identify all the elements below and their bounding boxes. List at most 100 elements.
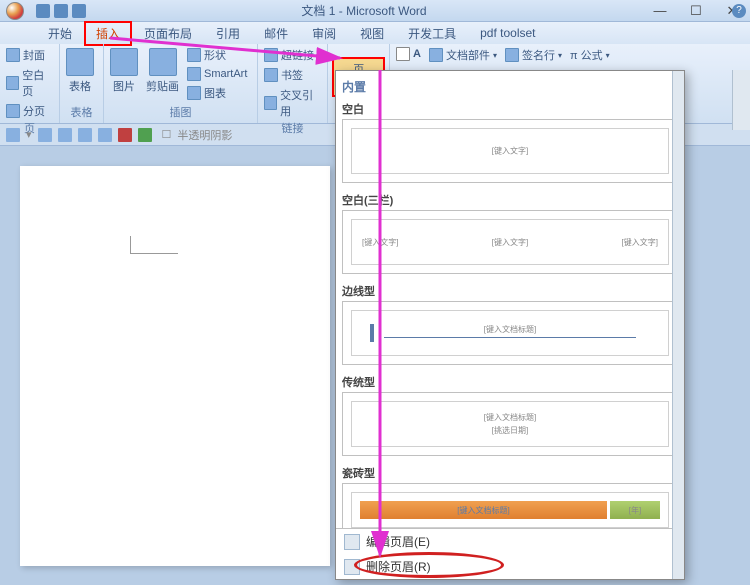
office-orb-icon <box>6 2 24 20</box>
smartart-button[interactable]: SmartArt <box>185 66 249 82</box>
sec-icon-2[interactable] <box>38 128 52 142</box>
equation-button[interactable]: π 公式▾ <box>568 46 612 64</box>
shapes-button[interactable]: 形状 <box>185 46 249 64</box>
tab-developer[interactable]: 开发工具 <box>396 21 468 46</box>
cover-page-label: 封面 <box>23 47 45 63</box>
blank-page-icon <box>6 76 19 90</box>
border-title: 边线型 <box>342 280 678 301</box>
picture-icon <box>110 48 138 76</box>
trad-line1: [键入文档标题] <box>484 412 536 423</box>
crossref-icon <box>264 96 277 110</box>
tab-layout[interactable]: 页面布局 <box>132 21 204 46</box>
textbox-button[interactable]: A <box>394 46 423 62</box>
page-break-icon <box>6 104 20 118</box>
signature-label: 签名行 <box>522 47 555 63</box>
signature-button[interactable]: 签名行▾ <box>503 46 564 64</box>
maximize-button[interactable]: ☐ <box>678 0 714 22</box>
blank-page-button[interactable]: 空白页 <box>4 66 55 100</box>
cover-page-icon <box>6 48 20 62</box>
quick-parts-icon <box>429 48 443 62</box>
shadow-label: 半透明阴影 <box>177 127 232 143</box>
bookmark-icon <box>264 68 278 82</box>
hyperlink-label: 超链接 <box>281 47 314 63</box>
sec-icon-5[interactable] <box>98 128 112 142</box>
picture-button[interactable]: 图片 <box>108 46 140 96</box>
right-scrollbar-gutter[interactable] <box>732 70 750 130</box>
blank3-title: 空白(三栏) <box>342 189 678 210</box>
clipart-icon <box>149 48 177 76</box>
blank3-right: [键入文字] <box>622 237 658 248</box>
smartart-icon <box>187 67 201 81</box>
shapes-label: 形状 <box>204 47 226 63</box>
table-icon <box>66 48 94 76</box>
chart-label: 图表 <box>204 85 226 101</box>
bookmark-button[interactable]: 书签 <box>262 66 323 84</box>
crossref-button[interactable]: 交叉引用 <box>262 86 323 120</box>
textbox-icon <box>396 47 410 61</box>
minimize-button[interactable]: — <box>642 0 678 22</box>
qat-save-icon[interactable] <box>36 4 50 18</box>
builtin-section-title: 内置 <box>342 75 678 98</box>
brick-header-option[interactable]: [键入文档标题] [年] <box>342 483 678 528</box>
qat-undo-icon[interactable] <box>54 4 68 18</box>
help-icon[interactable]: ? <box>732 4 746 18</box>
equation-label: π 公式 <box>570 47 603 63</box>
sec-icon-1[interactable] <box>6 128 20 142</box>
blank-placeholder: [键入文字] <box>492 146 528 157</box>
window-title: 文档 1 - Microsoft Word <box>86 2 642 19</box>
sec-icon-4[interactable] <box>78 128 92 142</box>
cover-page-button[interactable]: 封面 <box>4 46 55 64</box>
signature-icon <box>505 48 519 62</box>
panel-scrollbar[interactable] <box>672 71 684 579</box>
trad-line2: [挑选日期] <box>492 425 528 436</box>
clipart-button[interactable]: 剪贴画 <box>144 46 181 96</box>
chart-button[interactable]: 图表 <box>185 84 249 102</box>
bookmark-label: 书签 <box>281 67 303 83</box>
crossref-label: 交叉引用 <box>280 87 321 119</box>
trad-header-option[interactable]: [键入文档标题] [挑选日期] <box>342 392 678 456</box>
page-break-label: 分页 <box>23 103 45 119</box>
remove-header-icon <box>344 559 360 575</box>
blank3-left: [键入文字] <box>362 237 398 248</box>
blank-title: 空白 <box>342 98 678 119</box>
edit-header-icon <box>344 534 360 550</box>
tab-references[interactable]: 引用 <box>204 21 252 46</box>
remove-header-label: 删除页眉(R) <box>366 558 431 575</box>
tab-pdf-toolset[interactable]: pdf toolset <box>468 22 547 44</box>
header-region-marker <box>130 236 178 254</box>
page-break-button[interactable]: 分页 <box>4 102 55 120</box>
picture-label: 图片 <box>113 78 135 94</box>
tab-home[interactable]: 开始 <box>36 21 84 46</box>
qat-redo-icon[interactable] <box>72 4 86 18</box>
table-label: 表格 <box>69 78 91 94</box>
sec-red-icon[interactable] <box>118 128 132 142</box>
blank-header-option[interactable]: [键入文字] <box>342 119 678 183</box>
tables-group-label: 表格 <box>64 104 99 121</box>
border-header-option[interactable]: [键入文档标题] <box>342 301 678 365</box>
header-dropdown-panel: 内置 空白 [键入文字] 空白(三栏) [键入文字] [键入文字] [键入文字]… <box>335 70 685 580</box>
quick-parts-label: 文档部件 <box>446 47 490 63</box>
border-placeholder: [键入文档标题] <box>484 324 536 335</box>
tab-view[interactable]: 视图 <box>348 21 396 46</box>
edit-header-menu-item[interactable]: 编辑页眉(E) <box>336 529 684 554</box>
document-page[interactable] <box>20 166 330 566</box>
office-button[interactable] <box>0 0 30 22</box>
chart-icon <box>187 86 201 100</box>
remove-header-menu-item[interactable]: 删除页眉(R) <box>336 554 684 579</box>
sec-icon-3[interactable] <box>58 128 72 142</box>
hyperlink-icon <box>264 48 278 62</box>
tab-insert[interactable]: 插入 <box>84 21 132 46</box>
quick-parts-button[interactable]: 文档部件▾ <box>427 46 499 64</box>
blank3-mid: [键入文字] <box>492 237 528 248</box>
blank3-header-option[interactable]: [键入文字] [键入文字] [键入文字] <box>342 210 678 274</box>
table-button[interactable]: 表格 <box>64 46 96 96</box>
shapes-icon <box>187 48 201 62</box>
tab-review[interactable]: 审阅 <box>300 21 348 46</box>
tab-mailings[interactable]: 邮件 <box>252 21 300 46</box>
links-group-label: 链接 <box>262 120 323 137</box>
brick-side: [年] <box>610 501 660 519</box>
smartart-label: SmartArt <box>204 68 247 80</box>
sec-green-icon[interactable] <box>138 128 152 142</box>
illustrations-group-label: 插图 <box>108 104 253 121</box>
hyperlink-button[interactable]: 超链接 <box>262 46 323 64</box>
